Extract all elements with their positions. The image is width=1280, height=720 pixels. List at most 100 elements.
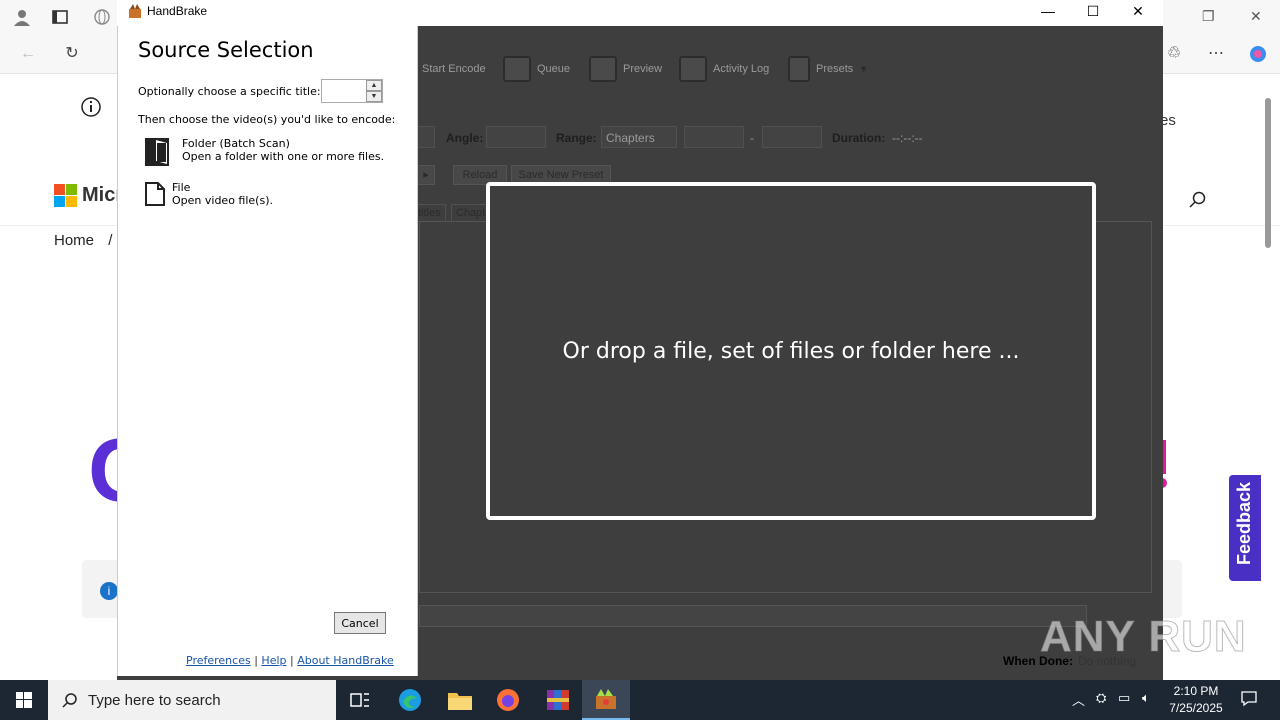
start-encode-label: Start Encode bbox=[422, 63, 486, 75]
folder-option-description: Open a folder with one or more files. bbox=[182, 150, 385, 163]
presets-label: Presets bbox=[816, 63, 854, 75]
feedback-button[interactable]: Feedback bbox=[1229, 475, 1261, 581]
tab-actions-icon[interactable] bbox=[50, 7, 70, 27]
range-dash: - bbox=[750, 131, 754, 145]
handbrake-app-icon bbox=[127, 3, 143, 19]
queue-icon bbox=[503, 56, 531, 82]
minimize-icon[interactable]: — bbox=[1025, 0, 1071, 26]
help-link[interactable]: Help bbox=[261, 654, 286, 667]
notifications-icon[interactable] bbox=[1240, 689, 1258, 710]
preset-arrow-button[interactable]: ▸ bbox=[417, 165, 435, 185]
device-icon[interactable]: ⛭ bbox=[1096, 690, 1106, 706]
search-icon[interactable] bbox=[1188, 190, 1208, 210]
specific-title-label: Optionally choose a specific title: bbox=[138, 85, 321, 98]
duration-value: --:--:-- bbox=[892, 131, 923, 145]
taskbar-firefox[interactable] bbox=[484, 680, 532, 720]
profile-icon[interactable] bbox=[12, 7, 32, 27]
drop-zone[interactable]: Or drop a file, set of files or folder h… bbox=[486, 182, 1096, 520]
range-end-combo[interactable] bbox=[762, 126, 822, 148]
start-button[interactable] bbox=[0, 680, 48, 720]
file-option-description: Open video file(s). bbox=[172, 194, 273, 207]
start-encode-button[interactable]: Start Encode bbox=[422, 52, 486, 86]
about-handbrake-link[interactable]: About HandBrake bbox=[297, 654, 394, 667]
task-view-icon bbox=[350, 693, 369, 707]
taskbar-file-explorer[interactable] bbox=[436, 680, 484, 720]
close-icon[interactable]: ✕ bbox=[1250, 8, 1262, 25]
title-combo[interactable] bbox=[417, 126, 435, 148]
breadcrumb: Home / bbox=[54, 232, 112, 249]
folder-icon bbox=[448, 693, 472, 710]
search-icon bbox=[62, 693, 77, 708]
edge-icon bbox=[399, 689, 421, 711]
taskbar-clock[interactable]: 2:10 PM 7/25/2025 bbox=[1162, 683, 1230, 717]
handbrake-icon bbox=[596, 689, 616, 709]
maximize-icon[interactable]: ☐ bbox=[1070, 0, 1116, 26]
preferences-link[interactable]: Preferences bbox=[186, 654, 251, 667]
queue-button[interactable]: Queue bbox=[503, 52, 570, 86]
choose-videos-label: Then choose the video(s) you'd like to e… bbox=[138, 113, 396, 126]
extensions-icon[interactable]: ♲ bbox=[1164, 44, 1184, 64]
page-scrollbar[interactable] bbox=[1262, 88, 1274, 676]
spinner-down-icon[interactable]: ▼ bbox=[366, 91, 382, 102]
activity-log-label: Activity Log bbox=[713, 63, 770, 75]
feedback-label: Feedback bbox=[1234, 481, 1254, 565]
activity-log-button[interactable]: Activity Log bbox=[679, 52, 769, 86]
chevron-down-icon: ▼ bbox=[859, 64, 869, 74]
source-selection-title: Source Selection bbox=[138, 38, 314, 62]
clock-date: 7/25/2025 bbox=[1169, 701, 1223, 715]
destination-bar[interactable] bbox=[419, 605, 1087, 627]
taskbar-winrar[interactable] bbox=[534, 680, 582, 720]
anyrun-watermark: ANY RUN bbox=[1040, 612, 1247, 662]
show-hidden-icons[interactable]: ︿ bbox=[1072, 690, 1085, 709]
clock-time: 2:10 PM bbox=[1173, 684, 1219, 698]
taskbar-search[interactable]: Type here to search bbox=[48, 680, 336, 720]
drop-zone-text: Or drop a file, set of files or folder h… bbox=[562, 338, 1020, 364]
preview-button[interactable]: Preview bbox=[589, 52, 662, 86]
file-option[interactable]: File Open video file(s). bbox=[144, 181, 273, 207]
range-label: Range: bbox=[556, 131, 597, 145]
log-icon bbox=[679, 56, 707, 82]
link-separator: | bbox=[290, 654, 294, 667]
more-menu-icon[interactable]: ⋯ bbox=[1206, 44, 1226, 64]
copilot-icon[interactable] bbox=[1248, 44, 1268, 64]
network-icon[interactable]: ▭ bbox=[1118, 690, 1130, 706]
handbrake-window-title: HandBrake bbox=[147, 4, 208, 18]
folder-icon bbox=[145, 138, 169, 166]
folder-option-title: Folder (Batch Scan) bbox=[182, 137, 290, 150]
cancel-button[interactable]: Cancel bbox=[334, 612, 386, 634]
restore-icon[interactable]: ❐ bbox=[1202, 8, 1215, 25]
link-separator: | bbox=[254, 654, 258, 667]
volume-icon[interactable]: 🔈︎ bbox=[1142, 690, 1150, 706]
globe-icon[interactable] bbox=[92, 7, 112, 27]
range-combo[interactable]: Chapters bbox=[601, 126, 677, 148]
angle-combo[interactable] bbox=[486, 126, 546, 148]
microsoft-logo-icon[interactable] bbox=[54, 184, 78, 208]
duration-label: Duration: bbox=[832, 131, 886, 145]
angle-label: Angle: bbox=[446, 131, 484, 145]
winrar-icon bbox=[547, 690, 569, 710]
title-spinner[interactable]: ▲ ▼ bbox=[321, 79, 383, 103]
taskbar-handbrake[interactable] bbox=[582, 680, 630, 720]
film-icon bbox=[589, 56, 617, 82]
close-icon[interactable]: ✕ bbox=[1115, 0, 1161, 26]
scrollbar-thumb[interactable] bbox=[1265, 98, 1271, 248]
info-circle-icon: i bbox=[100, 582, 118, 600]
firefox-icon bbox=[497, 689, 519, 711]
back-arrow-icon[interactable]: ← bbox=[18, 44, 38, 64]
handbrake-titlebar: HandBrake — ☐ ✕ bbox=[117, 0, 1163, 26]
folder-batch-scan-option[interactable]: Folder (Batch Scan) Open a folder with o… bbox=[144, 137, 384, 167]
title-spinner-input[interactable] bbox=[322, 80, 366, 102]
windows-taskbar: Type here to search ︿ ⛭ ▭ 🔈︎ 2:10 PM 7/2… bbox=[0, 680, 1280, 720]
breadcrumb-home[interactable]: Home bbox=[54, 232, 94, 249]
presets-button[interactable]: Presets ▼ bbox=[788, 52, 868, 86]
windows-logo-icon bbox=[16, 692, 32, 708]
taskbar-edge[interactable] bbox=[386, 680, 434, 720]
source-selection-panel: Source Selection Optionally choose a spe… bbox=[117, 26, 418, 676]
task-view-button[interactable] bbox=[336, 680, 384, 720]
range-start-combo[interactable] bbox=[684, 126, 744, 148]
file-option-title: File bbox=[172, 181, 191, 194]
refresh-icon[interactable]: ↻ bbox=[62, 44, 82, 64]
queue-label: Queue bbox=[537, 63, 571, 75]
breadcrumb-separator: / bbox=[108, 232, 113, 249]
spinner-up-icon[interactable]: ▲ bbox=[366, 80, 382, 91]
